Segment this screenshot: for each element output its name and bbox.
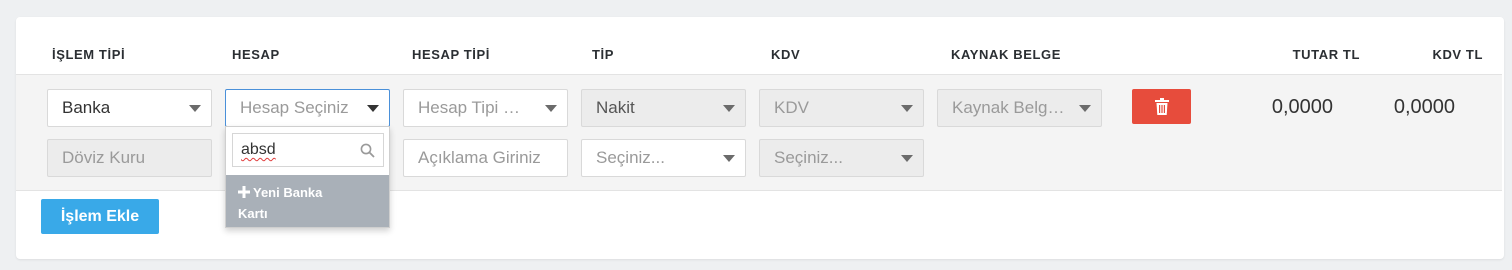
islem-tipi-select[interactable]: Banka: [47, 89, 212, 127]
tutar-value: 0,0000: [1271, 96, 1333, 118]
chevron-down-icon: [367, 105, 379, 112]
chevron-down-icon: [723, 105, 735, 112]
chevron-down-icon: [901, 105, 913, 112]
secim-select-1-placeholder: Seçiniz...: [596, 148, 665, 167]
doviz-kuru-placeholder: Döviz Kuru: [62, 148, 146, 167]
chevron-down-icon: [189, 105, 201, 112]
chevron-down-icon: [1079, 105, 1091, 112]
tip-select[interactable]: Nakit: [581, 89, 746, 127]
aciklama-placeholder: Açıklama Giriniz: [418, 148, 541, 167]
chevron-down-icon: [545, 105, 557, 112]
hesap-search-input[interactable]: absd: [232, 133, 384, 167]
hesap-placeholder: Hesap Seçiniz: [240, 98, 349, 117]
hesap-dropdown: absd Yeni Banka Kartı: [225, 126, 390, 228]
header-kaynak-belge: KAYNAK BELGE: [951, 47, 1062, 62]
secim-select-1[interactable]: Seçiniz...: [581, 139, 746, 177]
kdv-placeholder: KDV: [774, 98, 809, 117]
add-transaction-button[interactable]: İşlem Ekle: [41, 199, 159, 234]
tip-value: Nakit: [596, 98, 635, 117]
islem-tipi-value: Banka: [62, 98, 111, 117]
trash-icon: [1154, 98, 1169, 115]
aciklama-input[interactable]: Açıklama Giriniz: [403, 139, 568, 177]
header-islem-tipi: İŞLEM TİPİ: [52, 47, 126, 62]
header-hesap: HESAP: [232, 47, 280, 62]
header-hesap-tipi: HESAP TİPİ: [412, 47, 491, 62]
header-kdv: KDV: [771, 47, 801, 62]
kdv-tutar-value: 0,0000: [1393, 96, 1455, 118]
search-icon: [360, 143, 375, 158]
new-bank-card-line1: Yeni Banka: [253, 185, 323, 200]
kaynak-belge-select[interactable]: Kaynak Belge ...: [937, 89, 1102, 127]
kdv-select[interactable]: KDV: [759, 89, 924, 127]
delete-button[interactable]: [1132, 89, 1191, 124]
chevron-down-icon: [901, 155, 913, 162]
header-tip: TİP: [592, 47, 615, 62]
new-bank-card-option[interactable]: Yeni Banka Kartı: [226, 175, 389, 227]
secim-select-2-placeholder: Seçiniz...: [774, 148, 843, 167]
hesap-select[interactable]: Hesap Seçiniz: [225, 89, 390, 127]
kaynak-belge-placeholder: Kaynak Belge ...: [952, 98, 1065, 117]
plus-icon: [238, 186, 250, 198]
hesap-tipi-select[interactable]: Hesap Tipi Seç...: [403, 89, 568, 127]
header-kdv-tl: KDV TL: [1432, 47, 1483, 62]
new-bank-card-line2: Kartı: [238, 206, 268, 221]
hesap-tipi-placeholder: Hesap Tipi Seç...: [418, 98, 531, 117]
hesap-search-value: absd: [241, 141, 276, 158]
chevron-down-icon: [723, 155, 735, 162]
header-tutar-tl: TUTAR TL: [1292, 47, 1360, 62]
doviz-kuru-input[interactable]: Döviz Kuru: [47, 139, 212, 177]
secim-select-2[interactable]: Seçiniz...: [759, 139, 924, 177]
